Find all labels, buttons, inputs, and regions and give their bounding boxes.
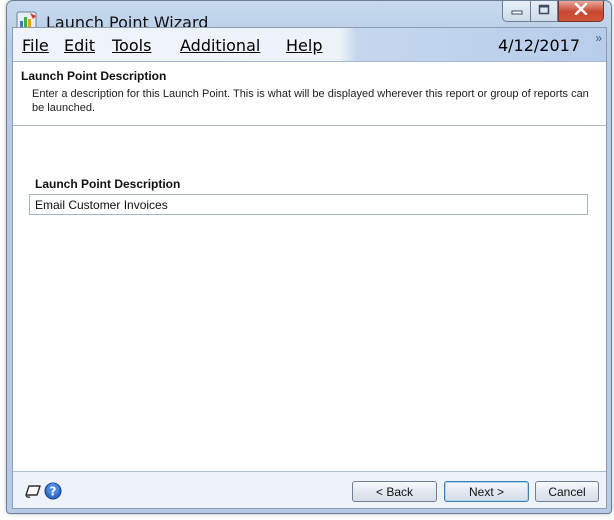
menu-bar: File Edit Tools Additional Help 4/12/201…	[13, 28, 606, 62]
menu-additional-label: Additional	[180, 36, 261, 55]
svg-text:?: ?	[50, 485, 57, 499]
note-icon[interactable]	[23, 483, 43, 504]
description-panel-body: Enter a description for this Launch Poin…	[32, 88, 589, 114]
launch-point-description-input[interactable]	[29, 194, 588, 215]
help-icon[interactable]: ?	[44, 482, 62, 505]
menu-additional[interactable]: Additional	[180, 36, 260, 55]
back-button[interactable]: < Back	[352, 481, 437, 502]
launch-point-description-label: Launch Point Description	[35, 177, 181, 191]
menu-tools-label: Tools	[112, 36, 152, 55]
menu-file-label: File	[22, 36, 49, 55]
menu-tools[interactable]: Tools	[112, 36, 151, 55]
next-button[interactable]: Next >	[444, 481, 529, 502]
user-date[interactable]: 4/12/2017	[498, 36, 580, 55]
maximize-icon	[538, 2, 550, 20]
window-controls	[502, 1, 604, 22]
cancel-button[interactable]: Cancel	[535, 481, 599, 502]
description-panel-title: Launch Point Description	[21, 69, 167, 83]
menu-help[interactable]: Help	[286, 36, 322, 55]
close-icon	[574, 2, 588, 20]
menu-file[interactable]: File	[22, 36, 49, 55]
close-button[interactable]	[558, 1, 604, 22]
chevron-double-right-icon[interactable]: »	[595, 31, 602, 45]
menu-edit[interactable]: Edit	[64, 36, 95, 55]
wizard-content: File Edit Tools Additional Help 4/12/201…	[12, 27, 607, 509]
maximize-button[interactable]	[530, 1, 558, 22]
wizard-footer: ? < Back Next > Cancel	[13, 471, 606, 508]
description-panel: Launch Point Description Enter a descrip…	[13, 63, 606, 126]
menu-help-label: Help	[286, 36, 323, 55]
menu-edit-label: Edit	[64, 36, 95, 55]
minimize-button[interactable]	[502, 1, 530, 22]
minimize-icon	[511, 2, 523, 20]
launch-point-wizard-window: Launch Point Wizard File Edit Tools Addi…	[6, 0, 612, 514]
